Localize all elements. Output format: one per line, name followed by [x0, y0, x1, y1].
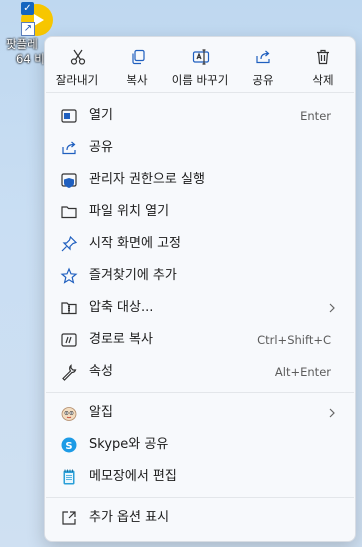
wrench-icon [62, 364, 77, 381]
check-icon[interactable]: ✓ [21, 2, 34, 15]
menu-item-properties[interactable]: 속성 Alt+Enter [51, 357, 349, 387]
rename-label: 이름 바꾸기 [171, 73, 229, 87]
menu-item-edit-in-notepad[interactable]: 메모장에서 편집 [51, 462, 349, 492]
rename-button[interactable]: 이름 바꾸기 [169, 37, 233, 92]
chevron-right-icon [329, 408, 335, 418]
context-menu: 잘라내기 복사 이름 바꾸기 공유 삭제 열기 Enter 공유 관리자 권한으… [44, 36, 356, 542]
pin-icon [61, 235, 78, 252]
admin-shield-icon [61, 173, 77, 188]
trash-icon [317, 49, 329, 65]
delete-button[interactable]: 삭제 [295, 37, 355, 92]
menu-item-pin-to-start[interactable]: 시작 화면에 고정 [51, 229, 349, 259]
menu-item-label: 속성 [89, 364, 113, 379]
chevron-right-icon [329, 303, 335, 313]
alzip-icon [61, 407, 77, 421]
shortcut-text: Enter [300, 109, 331, 123]
menu-item-compress-to[interactable]: 압축 대상... [51, 293, 349, 323]
menu-item-label: 압축 대상... [89, 300, 154, 315]
menu-item-alzip[interactable]: 알집 [51, 398, 349, 428]
share-button[interactable]: 공유 [233, 37, 295, 92]
more-options-icon [62, 511, 76, 525]
menu-item-label: Skype와 공유 [89, 437, 169, 452]
divider [46, 92, 354, 93]
menu-item-add-to-favorites[interactable]: 즐겨찾기에 추가 [51, 261, 349, 291]
zip-folder-icon [61, 302, 77, 315]
menu-item-run-as-admin[interactable]: 관리자 권한으로 실행 [51, 165, 349, 195]
copy-label: 복사 [126, 73, 148, 87]
divider [46, 392, 354, 393]
rename-icon [192, 49, 210, 65]
menu-item-label: 시작 화면에 고정 [89, 236, 181, 251]
menu-item-label: 열기 [89, 108, 113, 123]
shortcut-text: Ctrl+Shift+C [257, 333, 331, 347]
context-toolbar: 잘라내기 복사 이름 바꾸기 공유 삭제 [45, 37, 355, 92]
skype-icon: S [61, 437, 77, 453]
menu-item-label: 메모장에서 편집 [89, 469, 177, 484]
menu-item-open-file-location[interactable]: 파일 위치 열기 [51, 197, 349, 227]
copy-path-icon [61, 333, 77, 347]
notepad-icon [63, 469, 75, 485]
menu-item-label: 파일 위치 열기 [89, 204, 170, 219]
scissors-icon [70, 49, 86, 65]
menu-item-label: 경로로 복사 [89, 332, 153, 347]
cut-label: 잘라내기 [55, 73, 99, 87]
copy-button[interactable]: 복사 [107, 37, 169, 92]
menu-item-share-with-skype[interactable]: S Skype와 공유 [51, 430, 349, 460]
menu-item-label: 즐겨찾기에 추가 [89, 268, 177, 283]
divider [46, 497, 354, 498]
copy-icon [132, 49, 145, 65]
shortcut-text: Alt+Enter [274, 365, 331, 379]
menu-item-share[interactable]: 공유 [51, 133, 349, 163]
menu-item-label: 공유 [89, 140, 113, 155]
menu-item-copy-as-path[interactable]: 경로로 복사 Ctrl+Shift+C [51, 325, 349, 355]
share-icon [62, 141, 76, 155]
folder-icon [61, 206, 77, 219]
delete-label: 삭제 [312, 73, 334, 87]
menu-item-label: 추가 옵션 표시 [89, 510, 170, 525]
star-icon [60, 267, 78, 284]
menu-item-open[interactable]: 열기 Enter [51, 101, 349, 131]
share-label: 공유 [252, 73, 274, 87]
open-icon [61, 109, 77, 123]
cut-button[interactable]: 잘라내기 [45, 37, 107, 92]
menu-item-label: 관리자 권한으로 실행 [89, 172, 205, 187]
menu-item-show-more-options[interactable]: 추가 옵션 표시 [51, 503, 349, 533]
share-icon [256, 50, 270, 64]
menu-item-label: 알집 [89, 405, 113, 420]
shortcut-arrow-icon: ↗ [21, 22, 35, 36]
svg-text:S: S [65, 441, 72, 452]
